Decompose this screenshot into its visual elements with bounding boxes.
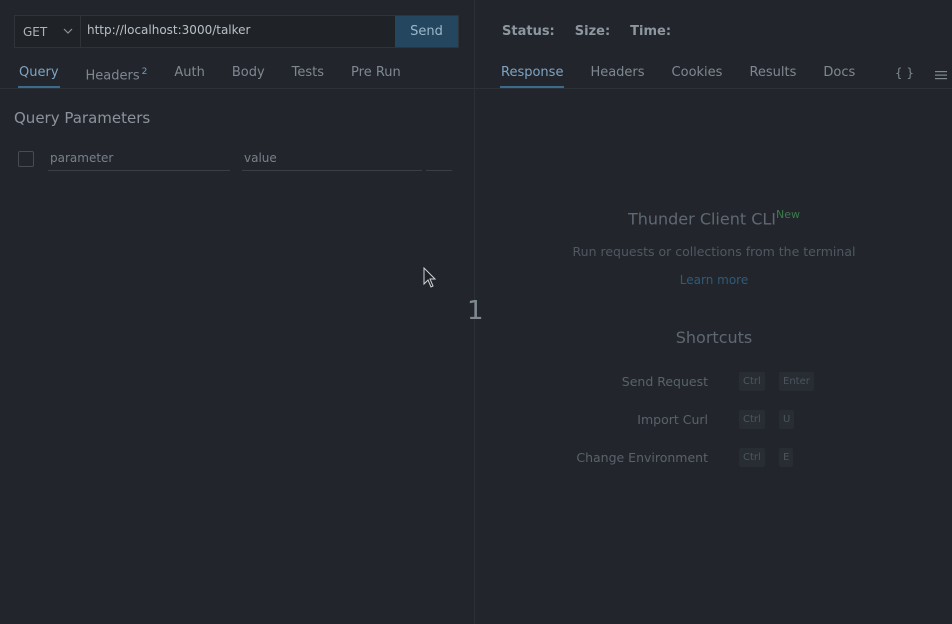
query-param-row [18,146,452,171]
response-pane: Status: Size: Time: Response Headers Coo… [476,0,952,624]
url-input[interactable] [81,16,395,47]
tab-label: Pre Run [351,65,401,80]
param-value-input[interactable] [242,146,422,171]
key-e: E [779,448,794,467]
mouse-cursor-icon [423,267,437,288]
tab-label: Query [19,65,59,80]
new-badge: New [776,208,801,221]
tab-label: Response [501,65,564,80]
tab-auth[interactable]: Auth [174,64,204,88]
shortcut-label: Change Environment [576,450,708,465]
shortcuts-title: Shortcuts [675,328,753,347]
tab-body[interactable]: Body [232,64,265,88]
method-label: GET [23,24,48,39]
shortcut-change-environment: Change Environment Ctrl E [476,448,952,468]
overlay-step-number: 1 [467,296,484,326]
key-u: U [779,410,795,429]
status-bar: Status: Size: Time: [502,24,671,39]
request-bar: GET Send [14,15,459,48]
size-label: Size: [574,24,611,39]
tab-cookies[interactable]: Cookies [672,64,723,88]
cli-title: Thunder Client CLINew [476,208,952,228]
response-toolbar: { } [895,66,948,82]
tab-docs[interactable]: Docs [823,64,855,88]
tab-label: Results [749,65,797,80]
method-select[interactable]: GET [15,16,81,47]
query-parameters-title: Query Parameters [14,109,151,127]
key-ctrl: Ctrl [739,372,765,391]
tab-response[interactable]: Response [499,64,565,88]
cli-subtitle: Run requests or collections from the ter… [572,244,856,259]
shortcut-label: Import Curl [637,412,708,427]
tab-label: Auth [174,65,205,80]
tab-label: Cookies [671,65,723,80]
tab-label: Headers [590,65,645,80]
param-extra-field[interactable] [426,146,452,171]
learn-more-link[interactable]: Learn more [476,273,952,287]
tab-query[interactable]: Query [18,64,60,88]
tab-label: Body [231,65,265,80]
request-pane: GET Send Query Headers2 Auth Body Tests … [0,0,475,624]
tab-response-headers[interactable]: Headers [590,64,644,88]
tab-tests[interactable]: Tests [292,64,324,88]
request-tabs: Query Headers 2 Auth Body Tests Pre Run [18,64,428,88]
tab-label: Headers [85,68,140,84]
braces-icon[interactable]: { } [895,66,914,82]
tab-results[interactable]: Results [749,64,796,88]
chevron-down-icon [63,28,73,34]
shortcut-send-request: Send Request Ctrl Enter [476,372,952,392]
key-ctrl: Ctrl [739,448,765,467]
tab-pre-run[interactable]: Pre Run [351,64,401,88]
time-label: Time: [630,24,672,39]
param-enabled-checkbox[interactable] [18,151,34,167]
hamburger-icon[interactable] [934,68,948,82]
key-ctrl: Ctrl [739,410,765,429]
tab-label: Tests [291,65,325,80]
tab-headers[interactable]: Headers 2 [86,64,148,88]
cli-title-text: Thunder Client CLI [627,209,777,229]
shortcut-label: Send Request [621,374,708,389]
response-tabs: Response Headers Cookies Results Docs [499,64,882,88]
send-button[interactable]: Send [395,16,458,47]
key-enter: Enter [779,372,814,391]
tab-divider [0,88,952,89]
shortcut-import-curl: Import Curl Ctrl U [476,410,952,430]
tab-label: Docs [823,65,856,80]
status-label: Status: [502,24,555,39]
param-name-input[interactable] [48,146,230,171]
headers-count-badge: 2 [141,67,148,77]
